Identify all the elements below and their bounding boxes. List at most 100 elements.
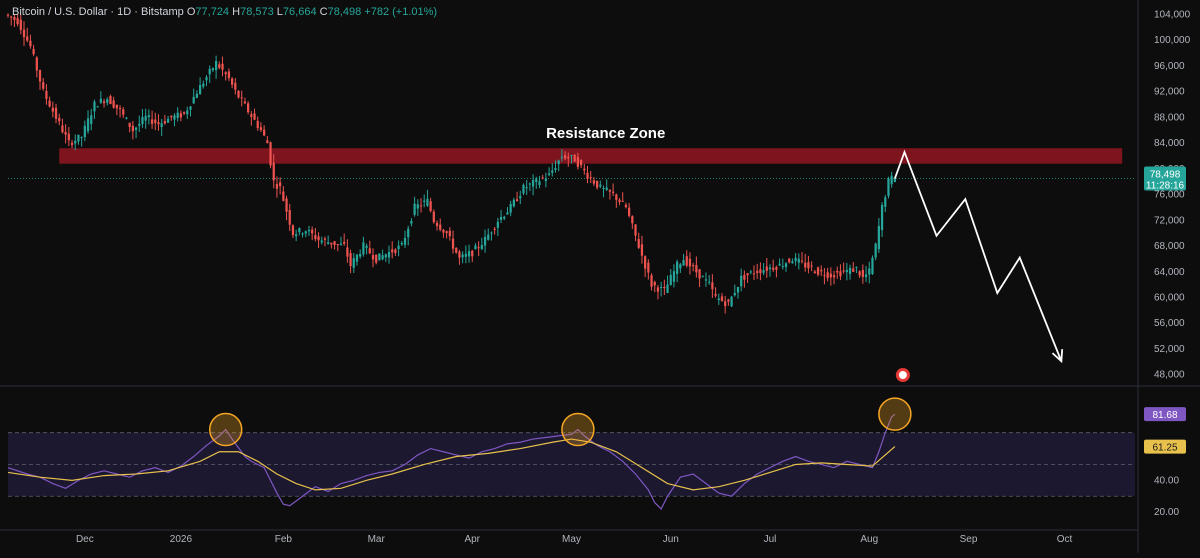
price-tick-label: 88,000 [1154, 112, 1185, 123]
candle-body [605, 187, 608, 190]
candle-body [525, 187, 528, 189]
candle-body [179, 113, 183, 118]
candle-body [733, 293, 736, 296]
candle-body [83, 125, 86, 137]
candle-body [250, 114, 253, 117]
candle-body [48, 100, 51, 107]
candle-body [701, 276, 704, 278]
price-tick-label: 72,000 [1154, 215, 1185, 226]
candle-body [615, 194, 618, 200]
time-tick-label: Dec [76, 534, 94, 545]
symbol-label: Bitcoin / U.S. Dollar · 1D · Bitstamp [12, 6, 184, 18]
candle-body [263, 129, 266, 136]
candle-body [804, 262, 807, 268]
candle-body [858, 271, 861, 276]
candle-body [237, 90, 240, 98]
candle-body [868, 268, 871, 275]
candle-body [227, 71, 231, 78]
candle-body [346, 247, 349, 257]
candle-body [333, 241, 336, 246]
candle-body [61, 125, 64, 133]
resistance-zone [59, 148, 1123, 164]
candle-body [839, 271, 842, 277]
candle-body [496, 221, 499, 228]
candle-body [70, 142, 74, 146]
price-tick-label: 68,000 [1154, 241, 1185, 252]
candle-body [64, 131, 67, 135]
candle-body [45, 90, 48, 99]
candle-body [823, 275, 826, 277]
candle-body [435, 222, 439, 227]
candle-body [887, 178, 890, 196]
candle-body [67, 133, 70, 141]
candle-body [483, 236, 487, 246]
candle-body [778, 263, 781, 266]
candle-body [618, 199, 621, 203]
candle-body [653, 281, 656, 286]
candle-body [800, 260, 804, 262]
candle-body [192, 96, 195, 104]
candle-body [788, 258, 791, 263]
candle-body [295, 234, 298, 237]
candle-body [269, 142, 272, 166]
candle-body [467, 251, 471, 257]
chart-header: Bitcoin / U.S. Dollar · 1D · Bitstamp O7… [12, 6, 437, 18]
candle-body [455, 247, 458, 253]
candle-body [461, 254, 464, 258]
candle-body [608, 189, 612, 192]
candle-body [570, 155, 573, 157]
price-tag-text: 78,498 [1150, 169, 1181, 180]
candle-body [528, 183, 531, 185]
candle-body [477, 247, 480, 249]
candle-body [448, 230, 451, 237]
candle-body [560, 156, 564, 158]
resistance-zone-label: Resistance Zone [546, 125, 665, 142]
candle-body [599, 184, 602, 187]
candle-body [230, 78, 234, 85]
candle-body [871, 257, 874, 274]
candle-body [397, 245, 400, 250]
candle-body [125, 117, 128, 119]
candle-body [339, 243, 343, 245]
candle-body [442, 229, 445, 233]
candle-body [407, 228, 410, 238]
candle-body [138, 123, 141, 126]
candle-body [311, 229, 314, 234]
price-tick-label: 100,000 [1154, 35, 1191, 46]
candle-body [688, 258, 692, 267]
candle-body [579, 160, 583, 166]
candle-body [663, 286, 666, 289]
candle-body [458, 251, 461, 258]
candle-body [96, 106, 99, 108]
candle-body [602, 188, 605, 190]
candle-body [880, 204, 884, 231]
candle-body [660, 286, 663, 289]
candle-body [413, 203, 416, 215]
candle-body [141, 116, 144, 125]
candle-body [445, 231, 448, 234]
price-tag-text: 11:28:16 [1146, 180, 1185, 191]
event-flag-icon-inner [898, 371, 907, 379]
candle-body [547, 173, 551, 175]
candle-body [695, 265, 698, 273]
candle-body [279, 182, 282, 187]
chart-root: 104,000100,00096,00092,00088,00084,00080… [0, 0, 1200, 553]
candle-body [432, 211, 435, 223]
candle-body [544, 178, 548, 182]
price-tick-label: 96,000 [1154, 61, 1185, 72]
candle-body [355, 254, 359, 262]
candle-body [272, 162, 275, 181]
candle-body [38, 70, 42, 82]
price-tick-label: 48,000 [1154, 370, 1185, 381]
candle-body [381, 255, 384, 260]
candle-body [685, 256, 688, 266]
candle-body [727, 299, 730, 302]
candle-body [182, 112, 186, 114]
candle-body [205, 77, 208, 81]
candle-body [208, 68, 211, 75]
candle-body [563, 155, 567, 159]
candle-body [410, 220, 413, 224]
candle-body [58, 117, 61, 122]
candle-body [285, 198, 288, 212]
candle-body [768, 267, 772, 270]
